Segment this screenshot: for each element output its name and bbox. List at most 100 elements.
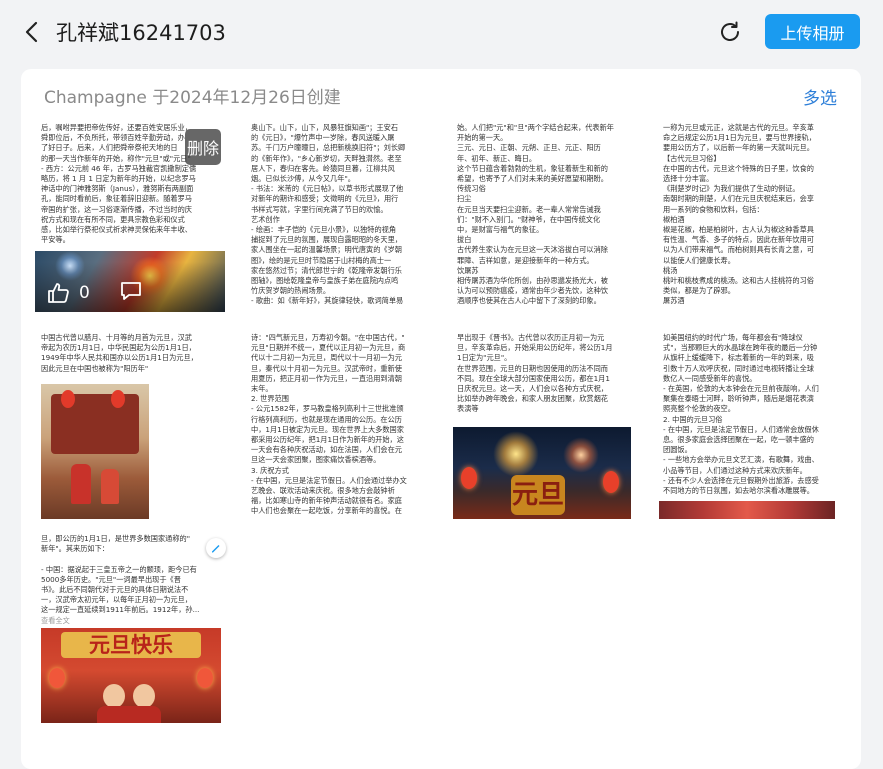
document-line: 照亮整个伦敦的夜空。 — [663, 404, 735, 414]
multi-select-button[interactable]: 多选 — [803, 84, 837, 109]
album-info: Champagne 于2024年12月26日创建 — [44, 88, 341, 108]
document-line: 椒柏酒 — [663, 214, 685, 224]
document-text: 奥山下。山下，山下，风暴狂旗知画"；王安石 的《元日》，"爆竹声中一岁除，春风送暖… — [245, 119, 435, 312]
photo-tile[interactable]: 始。人们把"元"和"旦"两个字结合起来，代表新年 开始的第一天。 三元、元日、正朝、… — [451, 119, 641, 312]
document-line — [41, 554, 219, 564]
album-panel: Champagne 于2024年12月26日创建 多选 后，嘱咐异要把帝佐传好，… — [21, 69, 861, 769]
yuandan-sign: 元旦 — [511, 475, 565, 515]
document-line: 中，是财富与福气的象征。 — [457, 225, 544, 235]
document-line: 早出现于《晋书》。古代曾以农历正月初一为元 — [457, 333, 605, 342]
document-line: 新年"。其来历如下： — [41, 544, 109, 554]
document-line: 引数十万人欢呼庆祝，同时通过电视转播让全球 — [663, 363, 814, 373]
document-line: 旦这一天会家团聚，图家痛饮香槟酒等。 — [251, 455, 381, 465]
document-line: 们："财不入别门。"财神爷，在中国传统文化 — [457, 214, 601, 224]
document-line: 行格列高利历，也就是现在通用的公历。在公历 — [251, 414, 402, 424]
document-line: 认为可以预防瘟疫，通常由年少者先饮，这种饮 — [457, 286, 608, 296]
document-line: 祝方式和现在有所不同，更具宗教色彩和仪式 — [41, 214, 185, 224]
document-line: 一，汉武帝太初元年，以每年正月初一为元旦， — [41, 595, 192, 605]
document-line: - 在英国，伦敦的大本钟会在元旦前夜敲响，人们 — [663, 384, 819, 394]
red-lantern-strip-image — [659, 501, 835, 519]
upload-album-button[interactable]: 上传相册 — [765, 14, 860, 49]
document-line: 都采用公历纪年，把1月1日作为新年的开始，这 — [251, 435, 404, 445]
edit-icon — [212, 545, 220, 553]
document-line: 类似，都是为了辟邪。 — [663, 286, 735, 296]
document-line: 以能使人们健康长寿。 — [663, 255, 735, 265]
document-line: 中人们也会聚在一起吃饭，分享新年的喜悦。在 — [251, 506, 402, 516]
document-line: 5000多年历史。"元旦"一词最早出现于《晋 — [41, 574, 181, 584]
document-line: 【古代元旦习俗】 — [663, 153, 721, 163]
document-line: 旦，辛亥革命后，开始采用公历纪年，将公历1月 — [457, 343, 613, 353]
document-line: 酒顺序也使其在古人心中留下了深刻的印象。 — [457, 296, 601, 306]
refresh-button[interactable] — [716, 18, 744, 46]
document-line: 中国古代曾以腊月、十月等的月首为元旦，汉武 — [41, 333, 192, 342]
like-count: 0 — [79, 283, 90, 303]
document-line: 旦，即公历的1月1日，是世界多数国家通称的" — [41, 534, 191, 543]
photo-tile[interactable]: 诗："四气新元旦，万寿初今朝。"在中国古代，" 元旦"日期并不统一，夏代以正月初一… — [245, 329, 435, 519]
document-line: 罪障、吉祥如意，是迎接新年的一种方式。 — [457, 255, 594, 265]
document-line: - 在中国，元旦是法定节假日，人们通常会放假休 — [663, 424, 819, 434]
chevron-left-icon — [25, 21, 38, 43]
document-line: 的《元日》，"爆竹声中一岁除，春风送暖入屠 — [251, 133, 395, 143]
refresh-icon — [721, 21, 739, 41]
document-line: 团圆饭。 — [663, 445, 692, 455]
document-line: 图轴》，图绘乾隆皇帝与皇族子弟在庭院内点鸣 — [251, 276, 399, 286]
document-line: 竹庆贺岁朝的热闹场景。 — [251, 286, 331, 296]
happy-new-year-image: 元旦快乐 — [41, 628, 221, 723]
document-line: - 书法：米芾的《元日帖》，以草书形式展现了他 — [251, 184, 404, 194]
document-line: 的《新年作》，"乡心新岁切，天畔独潸然。老至 — [251, 153, 402, 163]
document-line: 在元旦当天要扫尘迎新。老一辈人常常告诫我 — [457, 204, 601, 214]
comment-icon — [121, 282, 141, 300]
document-line: 帝起为农历1月1日，中华民国起为公历1月1日， — [41, 343, 196, 353]
document-line: 在世界范围，元旦的日期也因使用的历法不同而 — [457, 363, 608, 373]
photo-tile[interactable]: 后，嘱咐异要把帝佐传好，还要百姓安居乐业， 舜即位后，不负所托，带领百姓辛勤劳动，… — [35, 119, 225, 312]
document-line: 《荆楚岁时记》为我们提供了生动的例证。 — [663, 184, 800, 194]
document-line: 南朝时期的荆楚，人们在元旦庆祝结束后，会享 — [663, 194, 814, 204]
document-line: 表演等 — [457, 404, 479, 414]
document-line: 传统习俗 — [457, 184, 486, 194]
document-line: 桃汤 — [663, 265, 678, 275]
document-line: 艺术创作 — [251, 214, 280, 224]
document-line: 用一系列的食物和饮料，包括： — [663, 204, 764, 214]
document-text: 一称为元旦或元正，这就是古代的元旦。辛亥革 命之后规定公历1月1日为元旦，要与世界… — [657, 119, 847, 312]
photo-tile[interactable]: 中国古代曾以腊月、十月等的月首为元旦，汉武 帝起为农历1月1日，中华民国起为公历1… — [35, 329, 225, 519]
document-line: - 歌曲：如《新年好》，其旋律轻快，歌词简单易 — [251, 296, 404, 306]
document-line: 1日定为"元旦"。 — [457, 353, 512, 363]
document-line: 希望，也寄予了人们对未来的美好愿望和期盼。 — [457, 174, 608, 184]
photo-tile[interactable]: 如美国纽约的时代广场，每年都会有"降球仪 式"，当那颗巨大的水晶球在跨年夜的最后一… — [657, 329, 847, 519]
document-line: 居人下，春归在客先。岭猿同旦暮，江柳共风 — [251, 163, 395, 173]
document-line: 古代养生家认为在元旦这一天沐浴拔白可以消除 — [457, 245, 608, 255]
document-line: 比如举办跨年晚会，和家人朋友团聚，欣赏烟花 — [457, 394, 608, 404]
document-line: 扫尘 — [457, 194, 472, 204]
document-line: 诗："四气新元旦，万寿初今朝。"在中国古代，" — [251, 333, 405, 342]
document-line: 对新年的期许和感受；文徵明的《元旦》，用行 — [251, 194, 399, 204]
document-line: 一天会有各种庆祝活动，如在法国，人们会在元 — [251, 445, 402, 455]
document-line: 在中国的古代，元旦这个特殊的日子里，饮食的 — [663, 163, 814, 173]
document-line: 不同。现在全球大部分国家使用公历，都在1月1 — [457, 373, 610, 383]
delete-button[interactable]: 删除 — [185, 129, 221, 165]
document-line: 年、初年、新正、晦日。 — [457, 153, 537, 163]
document-line: 1949年中华人民共和国亦以公历1月1日为元旦， — [41, 353, 198, 363]
document-line: - 一些地方会举办元旦文艺汇演，有歌舞，戏曲、 — [663, 455, 819, 465]
document-line: 3. 庆祝方式 — [251, 465, 289, 475]
photo-tile[interactable]: 奥山下。山下，山下，风暴狂旗知画"；王安石 的《元日》，"爆竹声中一岁除，春风送暖… — [245, 119, 435, 312]
document-line: 平安等。 — [41, 235, 70, 245]
document-line: 图》，绘的是元旦时节隐居于山村梅的高士一 — [251, 255, 392, 265]
back-button[interactable] — [18, 18, 46, 46]
document-line: 元旦"日期并不统一，夏代以正月初一为元旦，商 — [251, 343, 406, 353]
document-line: 旦，秦代以十月初一为元旦。汉武帝时，重新使 — [251, 363, 402, 373]
document-line: - 在中国，元旦是法定节假日。人们会通过举办文 — [251, 475, 407, 485]
comment-button[interactable] — [119, 280, 143, 306]
like-button[interactable]: 0 — [47, 282, 90, 304]
document-line: 选择十分丰富。 — [663, 174, 714, 184]
document-line: 末年。 — [251, 384, 273, 394]
document-line: 有性温、气香、多子的特点，因此在新年饮用可 — [663, 235, 814, 245]
photo-tile[interactable]: 早出现于《晋书》。古代曾以农历正月初一为元 旦，辛亥革命后，开始采用公历纪年，将公… — [451, 329, 641, 519]
document-line: - 绘画：丰子恺的《元旦小景》，以独特的视角 — [251, 225, 397, 235]
document-line: 屠苏酒 — [663, 296, 685, 306]
document-line: 苏。千门万户曈曈日，总把新桃换旧符"；刘长卿 — [251, 143, 406, 153]
photo-tile[interactable]: 一称为元旦或元正，这就是古代的元旦。辛亥革 命之后规定公历1月1日为元旦，要与世界… — [657, 119, 847, 312]
document-line: 拔白 — [457, 235, 472, 245]
photo-tile[interactable]: 旦，即公历的1月1日，是世界多数国家通称的" 新年"。其来历如下： - 中国：据说… — [35, 530, 225, 723]
document-text: 如美国纽约的时代广场，每年都会有"降球仪 式"，当那颗巨大的水晶球在跨年夜的最后一… — [657, 329, 847, 519]
edit-float-icon[interactable] — [206, 538, 226, 558]
